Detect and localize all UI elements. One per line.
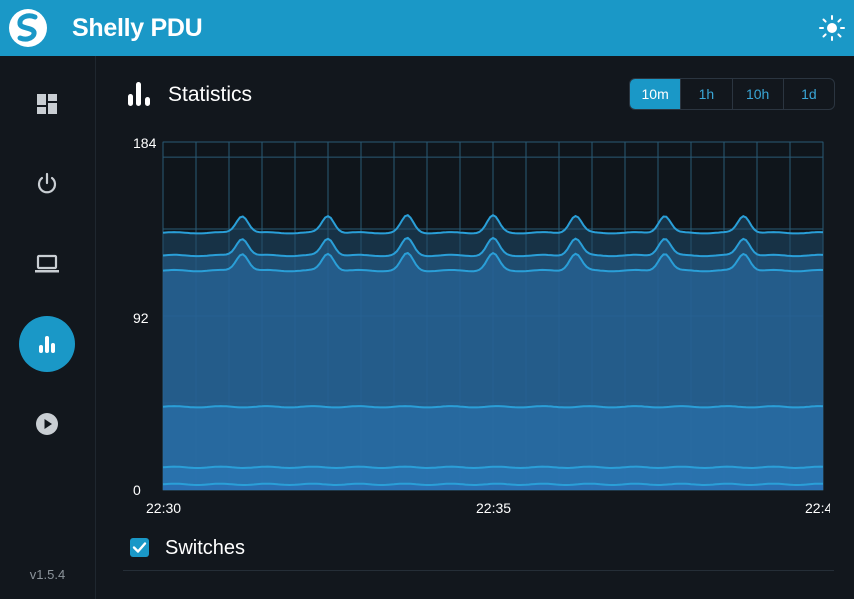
y-tick-mid: 92	[133, 310, 149, 326]
play-icon	[36, 413, 58, 435]
range-10m-button[interactable]: 10m	[630, 79, 681, 109]
laptop-icon	[35, 254, 59, 273]
theme-toggle-sun-icon[interactable]	[818, 14, 846, 42]
app-title: Shelly PDU	[72, 14, 203, 42]
x-tick-start: 22:30	[146, 500, 181, 516]
nav-scripts[interactable]	[19, 396, 75, 452]
statistics-icon	[128, 82, 150, 106]
time-range-selector: 10m 1h 10h 1d	[629, 78, 835, 110]
nav-dashboard[interactable]	[19, 76, 75, 132]
statistics-title: Statistics	[168, 83, 253, 106]
bar-chart-icon	[39, 336, 55, 353]
x-tick-mid: 22:35	[476, 500, 511, 516]
nav-devices[interactable]	[19, 236, 75, 292]
switches-label: Switches	[165, 537, 246, 559]
check-icon	[132, 542, 147, 553]
range-10h-button[interactable]: 10h	[731, 79, 783, 109]
y-tick-max: 184	[133, 135, 157, 151]
x-tick-end: 22:40	[805, 500, 830, 516]
sidebar: v1.5.4	[0, 56, 96, 599]
dashboard-icon	[37, 94, 57, 114]
power-icon	[37, 172, 57, 194]
shelly-logo-icon	[9, 9, 47, 47]
switches-checkbox[interactable]	[130, 538, 149, 557]
statistics-chart: 184 92 0 22:30 22:35 22:40	[133, 135, 830, 516]
version-label: v1.5.4	[29, 567, 66, 582]
section-divider	[123, 570, 834, 571]
y-tick-zero: 0	[133, 482, 141, 498]
range-1d-button[interactable]: 1d	[782, 79, 834, 109]
range-1h-button[interactable]: 1h	[680, 79, 731, 109]
nav-statistics[interactable]	[19, 316, 75, 372]
top-bar: Shelly PDU	[0, 0, 854, 56]
nav-power[interactable]	[19, 156, 75, 212]
